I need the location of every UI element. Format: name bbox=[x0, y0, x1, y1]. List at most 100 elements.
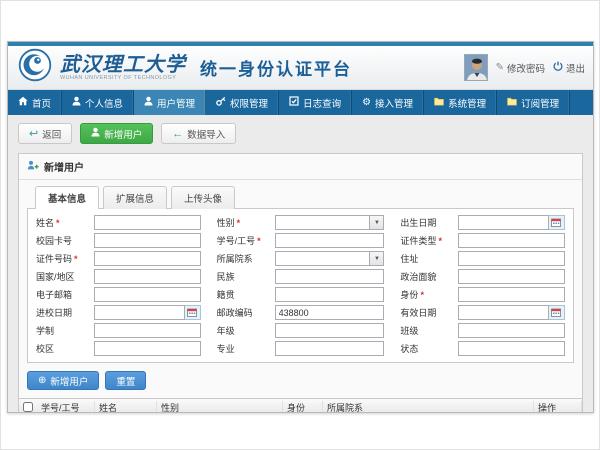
postal-code-input[interactable] bbox=[275, 305, 385, 320]
panel-header: 新增用户 bbox=[19, 154, 582, 180]
nav-tab-system-management[interactable]: 系统管理 bbox=[424, 90, 497, 115]
nav-tab-permission-management[interactable]: 权限管理 bbox=[206, 90, 279, 115]
entry-date-input[interactable] bbox=[94, 305, 185, 320]
field-education-length: 学制* bbox=[36, 323, 201, 338]
field-grade: 年级* bbox=[217, 323, 385, 338]
tab-upload-avatar[interactable]: 上传头像 bbox=[171, 186, 235, 209]
clipboard-check-icon bbox=[289, 96, 299, 109]
valid-date-input[interactable] bbox=[458, 305, 549, 320]
field-postal-code: 邮政编码* bbox=[217, 305, 385, 320]
field-address: 住址* bbox=[400, 251, 565, 266]
nav-tab-personal-info[interactable]: 个人信息 bbox=[62, 90, 134, 115]
id-number-input[interactable] bbox=[94, 251, 201, 266]
calendar-icon[interactable] bbox=[549, 305, 565, 320]
field-valid-date: 有效日期* bbox=[400, 305, 565, 320]
nav-tab-home[interactable]: 首页 bbox=[8, 90, 62, 115]
field-campus-card: 校园卡号* bbox=[36, 233, 201, 248]
field-email: 电子邮箱* bbox=[36, 287, 201, 302]
university-name: 武汉理工大学 WUHAN UNIVERSITY OF TECHNOLOGY bbox=[60, 54, 186, 82]
data-import-button[interactable]: ← 数据导入 bbox=[161, 123, 236, 144]
user-table: 学号/工号 姓名 性别 身份 所属院系 操作 bbox=[19, 398, 582, 412]
column-header-department: 所属院系 bbox=[323, 401, 534, 413]
field-ethnicity: 民族* bbox=[217, 269, 385, 284]
home-icon bbox=[18, 96, 28, 109]
tab-extended-info[interactable]: 扩展信息 bbox=[103, 186, 167, 209]
nav-tab-user-management[interactable]: 用户管理 bbox=[134, 90, 206, 115]
calendar-icon[interactable] bbox=[185, 305, 201, 320]
add-user-toolbar-button[interactable]: 新增用户 bbox=[80, 123, 153, 144]
user-icon bbox=[72, 96, 81, 109]
content-area: ↩ 返回 新增用户 ← 数据导入 新增用户 基本信息 扩展信息 bbox=[8, 115, 593, 412]
nav-label: 接入管理 bbox=[375, 96, 413, 110]
ethnicity-input[interactable] bbox=[275, 269, 385, 284]
column-header-identity: 身份 bbox=[283, 401, 323, 413]
pencil-icon: ✎ bbox=[496, 62, 504, 73]
form-actions: ⊕ 新增用户 重置 bbox=[19, 363, 582, 398]
field-name: 姓名* bbox=[36, 215, 201, 230]
status-input[interactable] bbox=[458, 341, 565, 356]
back-button[interactable]: ↩ 返回 bbox=[18, 123, 72, 144]
app-header: 武汉理工大学 WUHAN UNIVERSITY OF TECHNOLOGY 统一… bbox=[8, 46, 593, 90]
student-id-input[interactable] bbox=[275, 233, 385, 248]
field-id-number: 证件号码* bbox=[36, 251, 201, 266]
country-input[interactable] bbox=[94, 269, 201, 284]
education-length-input[interactable] bbox=[94, 323, 201, 338]
id-type-input[interactable] bbox=[458, 233, 565, 248]
campus-input[interactable] bbox=[94, 341, 201, 356]
birth-date-input[interactable] bbox=[458, 215, 549, 230]
major-input[interactable] bbox=[275, 341, 385, 356]
power-icon bbox=[553, 61, 563, 74]
nav-tab-log-query[interactable]: 日志查询 bbox=[279, 90, 352, 115]
identity-input[interactable] bbox=[458, 287, 565, 302]
field-native-place: 籍贯* bbox=[217, 287, 385, 302]
logout-link[interactable]: 退出 bbox=[553, 61, 585, 75]
field-gender: 性别* ▼ bbox=[217, 215, 385, 230]
add-user-submit-button[interactable]: ⊕ 新增用户 bbox=[27, 371, 99, 390]
grade-input[interactable] bbox=[275, 323, 385, 338]
nav-label: 权限管理 bbox=[230, 96, 268, 110]
calendar-icon[interactable] bbox=[549, 215, 565, 230]
class-input[interactable] bbox=[458, 323, 565, 338]
user-icon bbox=[144, 96, 153, 109]
field-country: 国家/地区* bbox=[36, 269, 201, 284]
field-political-status: 政治面貌* bbox=[400, 269, 565, 284]
reset-label: 重置 bbox=[116, 374, 135, 388]
address-input[interactable] bbox=[458, 251, 565, 266]
nav-label: 系统管理 bbox=[448, 96, 486, 110]
gender-select[interactable] bbox=[275, 215, 371, 230]
field-department: 所属院系* ▼ bbox=[217, 251, 385, 266]
field-birth-date: 出生日期* bbox=[400, 215, 565, 230]
toolbar: ↩ 返回 新增用户 ← 数据导入 bbox=[18, 123, 583, 144]
field-identity: 身份* bbox=[400, 287, 565, 302]
political-status-input[interactable] bbox=[458, 269, 565, 284]
table-header-row: 学号/工号 姓名 性别 身份 所属院系 操作 bbox=[19, 399, 582, 412]
folder-icon bbox=[507, 97, 517, 109]
user-add-icon bbox=[27, 160, 39, 173]
select-all-checkbox[interactable] bbox=[23, 402, 33, 412]
nav-label: 日志查询 bbox=[303, 96, 341, 110]
key-icon bbox=[216, 96, 226, 109]
change-password-link[interactable]: ✎ 修改密码 bbox=[496, 61, 545, 75]
user-plus-icon bbox=[91, 127, 100, 140]
chevron-down-icon[interactable]: ▼ bbox=[370, 251, 384, 266]
user-avatar[interactable] bbox=[464, 54, 488, 81]
data-import-label: 数据导入 bbox=[187, 127, 225, 141]
change-password-label: 修改密码 bbox=[507, 61, 545, 75]
name-input[interactable] bbox=[94, 215, 201, 230]
native-place-input[interactable] bbox=[275, 287, 385, 302]
nav-label: 首页 bbox=[32, 96, 51, 110]
tab-basic-info[interactable]: 基本信息 bbox=[35, 186, 99, 209]
plus-circle-icon: ⊕ bbox=[38, 376, 46, 386]
reset-button[interactable]: 重置 bbox=[105, 371, 146, 390]
department-select[interactable] bbox=[275, 251, 371, 266]
gear-icon: ⚙ bbox=[362, 98, 371, 108]
chevron-down-icon[interactable]: ▼ bbox=[370, 215, 384, 230]
nav-tab-subscription-management[interactable]: 订阅管理 bbox=[497, 90, 570, 115]
folder-icon bbox=[434, 97, 444, 109]
field-id-type: 证件类型* bbox=[400, 233, 565, 248]
email-input[interactable] bbox=[94, 287, 201, 302]
field-class: 班级* bbox=[400, 323, 565, 338]
university-logo-icon bbox=[18, 48, 52, 87]
nav-tab-access-management[interactable]: ⚙ 接入管理 bbox=[352, 90, 424, 115]
campus-card-input[interactable] bbox=[94, 233, 201, 248]
